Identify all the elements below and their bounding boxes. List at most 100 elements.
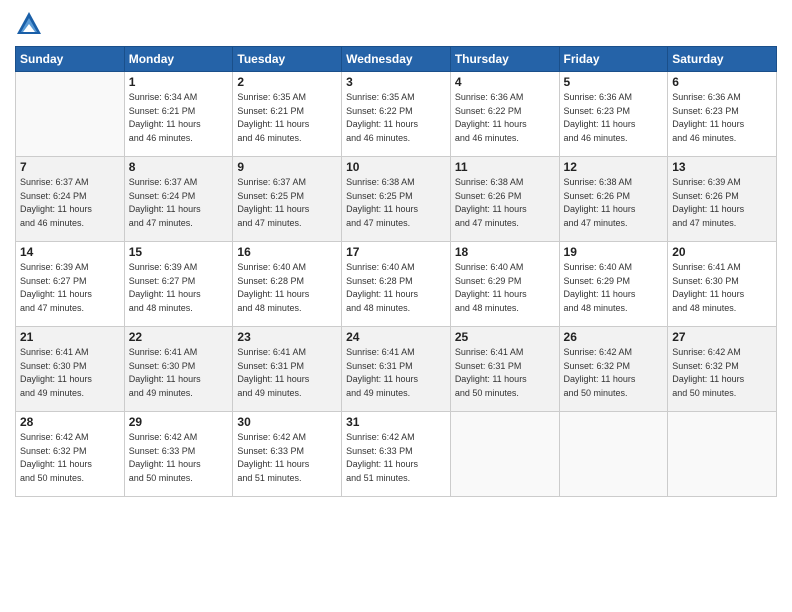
day-info: Sunrise: 6:41 AM Sunset: 6:31 PM Dayligh… [346,346,446,400]
calendar-cell: 4 Sunrise: 6:36 AM Sunset: 6:22 PM Daylig… [450,72,559,157]
day-info: Sunrise: 6:36 AM Sunset: 6:22 PM Dayligh… [455,91,555,145]
calendar-cell: 29 Sunrise: 6:42 AM Sunset: 6:33 PM Dayli… [124,412,233,497]
day-number: 17 [346,245,446,259]
day-info: Sunrise: 6:39 AM Sunset: 6:26 PM Dayligh… [672,176,772,230]
weekday-header-wednesday: Wednesday [342,47,451,72]
calendar-cell [450,412,559,497]
day-info: Sunrise: 6:41 AM Sunset: 6:30 PM Dayligh… [672,261,772,315]
weekday-header-monday: Monday [124,47,233,72]
day-info: Sunrise: 6:42 AM Sunset: 6:33 PM Dayligh… [129,431,229,485]
day-info: Sunrise: 6:41 AM Sunset: 6:31 PM Dayligh… [237,346,337,400]
day-number: 6 [672,75,772,89]
calendar-cell: 5 Sunrise: 6:36 AM Sunset: 6:23 PM Daylig… [559,72,668,157]
weekday-header-friday: Friday [559,47,668,72]
calendar-cell: 16 Sunrise: 6:40 AM Sunset: 6:28 PM Dayli… [233,242,342,327]
day-number: 18 [455,245,555,259]
day-info: Sunrise: 6:35 AM Sunset: 6:21 PM Dayligh… [237,91,337,145]
day-number: 4 [455,75,555,89]
day-number: 23 [237,330,337,344]
calendar-cell: 17 Sunrise: 6:40 AM Sunset: 6:28 PM Dayli… [342,242,451,327]
day-info: Sunrise: 6:40 AM Sunset: 6:29 PM Dayligh… [564,261,664,315]
day-info: Sunrise: 6:40 AM Sunset: 6:28 PM Dayligh… [346,261,446,315]
day-number: 20 [672,245,772,259]
day-info: Sunrise: 6:40 AM Sunset: 6:28 PM Dayligh… [237,261,337,315]
day-info: Sunrise: 6:39 AM Sunset: 6:27 PM Dayligh… [20,261,120,315]
calendar-week-2: 7 Sunrise: 6:37 AM Sunset: 6:24 PM Daylig… [16,157,777,242]
calendar-cell: 6 Sunrise: 6:36 AM Sunset: 6:23 PM Daylig… [668,72,777,157]
calendar-body: 1 Sunrise: 6:34 AM Sunset: 6:21 PM Daylig… [16,72,777,497]
calendar-cell: 2 Sunrise: 6:35 AM Sunset: 6:21 PM Daylig… [233,72,342,157]
weekday-header-sunday: Sunday [16,47,125,72]
day-info: Sunrise: 6:39 AM Sunset: 6:27 PM Dayligh… [129,261,229,315]
day-info: Sunrise: 6:36 AM Sunset: 6:23 PM Dayligh… [672,91,772,145]
calendar-cell: 13Sunrise: 6:39 AM Sunset: 6:26 PM Dayli… [668,157,777,242]
calendar-cell: 8 Sunrise: 6:37 AM Sunset: 6:24 PM Daylig… [124,157,233,242]
day-info: Sunrise: 6:41 AM Sunset: 6:30 PM Dayligh… [20,346,120,400]
calendar-header: SundayMondayTuesdayWednesdayThursdayFrid… [16,47,777,72]
day-number: 2 [237,75,337,89]
calendar-cell: 26Sunrise: 6:42 AM Sunset: 6:32 PM Dayli… [559,327,668,412]
weekday-header-tuesday: Tuesday [233,47,342,72]
calendar-week-4: 21 Sunrise: 6:41 AM Sunset: 6:30 PM Dayli… [16,327,777,412]
calendar-cell: 21 Sunrise: 6:41 AM Sunset: 6:30 PM Dayli… [16,327,125,412]
day-number: 29 [129,415,229,429]
day-number: 25 [455,330,555,344]
calendar-cell: 11Sunrise: 6:38 AM Sunset: 6:26 PM Dayli… [450,157,559,242]
calendar-cell: 22Sunrise: 6:41 AM Sunset: 6:30 PM Dayli… [124,327,233,412]
calendar: SundayMondayTuesdayWednesdayThursdayFrid… [15,46,777,497]
header [15,10,777,38]
day-info: Sunrise: 6:41 AM Sunset: 6:31 PM Dayligh… [455,346,555,400]
day-number: 26 [564,330,664,344]
day-number: 8 [129,160,229,174]
day-info: Sunrise: 6:37 AM Sunset: 6:24 PM Dayligh… [129,176,229,230]
calendar-cell: 14 Sunrise: 6:39 AM Sunset: 6:27 PM Dayli… [16,242,125,327]
day-number: 19 [564,245,664,259]
calendar-cell: 28 Sunrise: 6:42 AM Sunset: 6:32 PM Dayli… [16,412,125,497]
calendar-week-1: 1 Sunrise: 6:34 AM Sunset: 6:21 PM Daylig… [16,72,777,157]
day-number: 30 [237,415,337,429]
day-number: 15 [129,245,229,259]
weekday-header-thursday: Thursday [450,47,559,72]
calendar-cell: 19 Sunrise: 6:40 AM Sunset: 6:29 PM Dayli… [559,242,668,327]
calendar-cell: 27Sunrise: 6:42 AM Sunset: 6:32 PM Dayli… [668,327,777,412]
calendar-cell [668,412,777,497]
day-number: 3 [346,75,446,89]
day-number: 9 [237,160,337,174]
day-number: 24 [346,330,446,344]
day-info: Sunrise: 6:42 AM Sunset: 6:32 PM Dayligh… [672,346,772,400]
calendar-cell: 9Sunrise: 6:37 AM Sunset: 6:25 PM Daylig… [233,157,342,242]
day-info: Sunrise: 6:42 AM Sunset: 6:33 PM Dayligh… [237,431,337,485]
calendar-cell: 12Sunrise: 6:38 AM Sunset: 6:26 PM Dayli… [559,157,668,242]
calendar-cell: 18 Sunrise: 6:40 AM Sunset: 6:29 PM Dayli… [450,242,559,327]
calendar-cell [16,72,125,157]
day-number: 7 [20,160,120,174]
day-number: 5 [564,75,664,89]
day-info: Sunrise: 6:42 AM Sunset: 6:33 PM Dayligh… [346,431,446,485]
day-number: 31 [346,415,446,429]
calendar-cell: 10Sunrise: 6:38 AM Sunset: 6:25 PM Dayli… [342,157,451,242]
day-number: 12 [564,160,664,174]
day-info: Sunrise: 6:42 AM Sunset: 6:32 PM Dayligh… [20,431,120,485]
day-info: Sunrise: 6:36 AM Sunset: 6:23 PM Dayligh… [564,91,664,145]
calendar-cell: 30 Sunrise: 6:42 AM Sunset: 6:33 PM Dayli… [233,412,342,497]
weekday-header-saturday: Saturday [668,47,777,72]
calendar-cell: 25 Sunrise: 6:41 AM Sunset: 6:31 PM Dayli… [450,327,559,412]
calendar-cell: 24 Sunrise: 6:41 AM Sunset: 6:31 PM Dayli… [342,327,451,412]
day-number: 22 [129,330,229,344]
calendar-cell: 1 Sunrise: 6:34 AM Sunset: 6:21 PM Daylig… [124,72,233,157]
day-number: 14 [20,245,120,259]
day-number: 21 [20,330,120,344]
calendar-cell: 7Sunrise: 6:37 AM Sunset: 6:24 PM Daylig… [16,157,125,242]
day-info: Sunrise: 6:34 AM Sunset: 6:21 PM Dayligh… [129,91,229,145]
day-number: 10 [346,160,446,174]
calendar-week-3: 14 Sunrise: 6:39 AM Sunset: 6:27 PM Dayli… [16,242,777,327]
day-info: Sunrise: 6:35 AM Sunset: 6:22 PM Dayligh… [346,91,446,145]
calendar-cell: 15 Sunrise: 6:39 AM Sunset: 6:27 PM Dayli… [124,242,233,327]
day-number: 28 [20,415,120,429]
day-number: 16 [237,245,337,259]
day-number: 1 [129,75,229,89]
calendar-cell: 23 Sunrise: 6:41 AM Sunset: 6:31 PM Dayli… [233,327,342,412]
calendar-cell: 3 Sunrise: 6:35 AM Sunset: 6:22 PM Daylig… [342,72,451,157]
day-info: Sunrise: 6:40 AM Sunset: 6:29 PM Dayligh… [455,261,555,315]
page: SundayMondayTuesdayWednesdayThursdayFrid… [0,0,792,612]
